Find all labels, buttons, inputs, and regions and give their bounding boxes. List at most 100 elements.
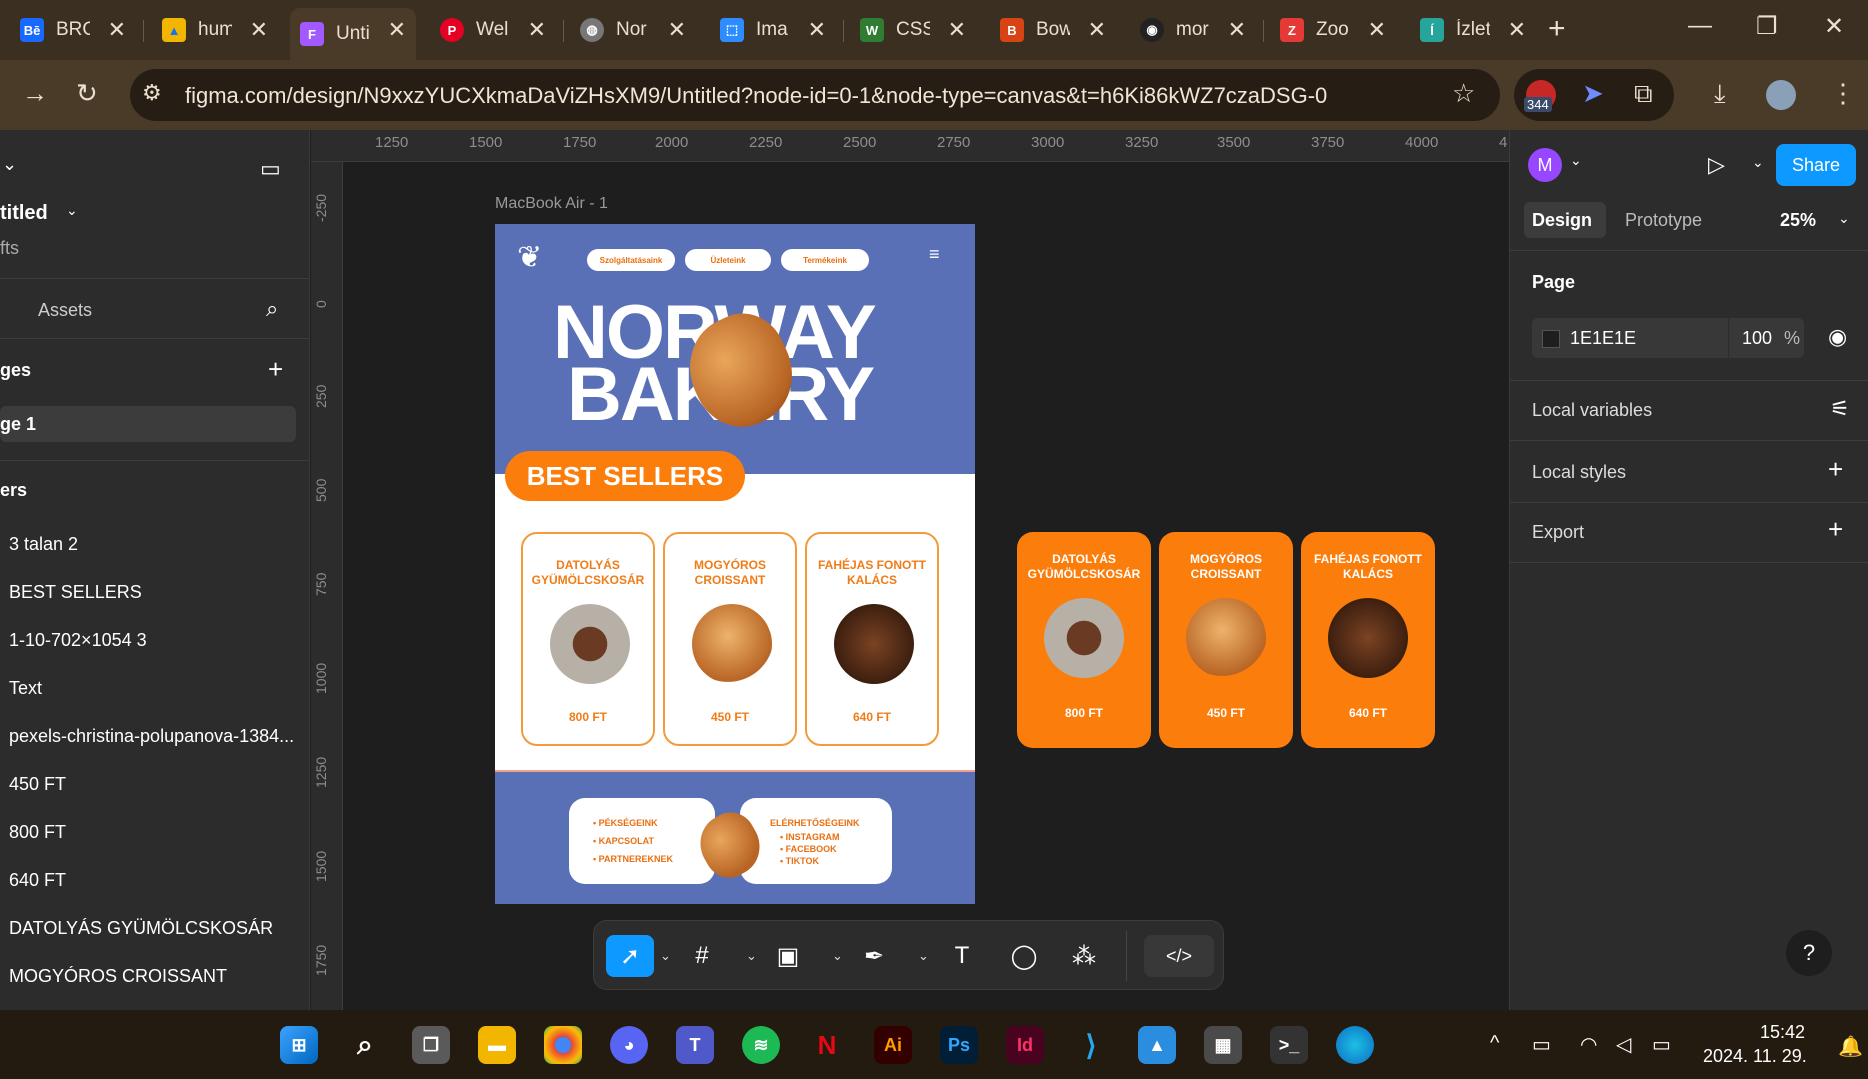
zoom-level[interactable]: 25% bbox=[1780, 210, 1816, 231]
close-tab-icon[interactable]: ✕ bbox=[808, 17, 826, 43]
edge-icon[interactable] bbox=[1336, 1026, 1374, 1064]
frame-tool-icon[interactable]: # bbox=[678, 935, 726, 977]
forward-icon[interactable]: → bbox=[22, 78, 48, 109]
tray-chevron-icon[interactable]: ^ bbox=[1490, 1032, 1499, 1055]
footer-link[interactable]: • PARTNEREKNEK bbox=[593, 854, 673, 864]
close-tab-icon[interactable]: ✕ bbox=[668, 17, 686, 43]
browser-tab[interactable]: ◍ Nor ✕ bbox=[570, 8, 696, 52]
layer-item[interactable]: MOGYÓROS CROISSANT bbox=[9, 966, 299, 987]
footer-link[interactable]: • PÉKSÉGEINK bbox=[593, 818, 658, 828]
frame-tool-chevron-icon[interactable]: ⌄ bbox=[746, 948, 757, 964]
footer-link[interactable]: • INSTAGRAM bbox=[780, 832, 840, 842]
netflix-icon[interactable]: N bbox=[808, 1026, 846, 1064]
browser-tab[interactable]: B Bow ✕ bbox=[990, 8, 1116, 52]
product-card[interactable]: MOGYÓROS CROISSANT 450 FT bbox=[663, 532, 797, 746]
puzzle-extensions-icon[interactable]: ⧉ bbox=[1634, 78, 1653, 110]
file-explorer-icon[interactable]: ▬ bbox=[478, 1026, 516, 1064]
restore-icon[interactable]: ❐ bbox=[1756, 12, 1778, 41]
zoom-chevron-icon[interactable]: ⌄ bbox=[1838, 210, 1850, 227]
page-item-label[interactable]: ge 1 bbox=[0, 414, 36, 435]
search-icon[interactable]: ⌕ bbox=[266, 296, 278, 322]
actions-tool-icon[interactable]: ⁂ bbox=[1060, 935, 1108, 977]
clock-time[interactable]: 15:42 bbox=[1760, 1022, 1805, 1043]
browser-tab[interactable]: P Wel ✕ bbox=[430, 8, 556, 52]
orange-product-card[interactable]: FAHÉJAS FONOTT KALÁCS 640 FT bbox=[1301, 532, 1435, 748]
layer-item[interactable]: 1-10-702×1054 3 bbox=[9, 630, 299, 651]
add-page-icon[interactable]: + bbox=[268, 354, 283, 385]
browser-tab[interactable]: ⬚ Ima ✕ bbox=[710, 8, 836, 52]
spotify-icon[interactable]: ≋ bbox=[742, 1026, 780, 1064]
close-tab-icon[interactable]: ✕ bbox=[250, 17, 268, 43]
layer-item[interactable]: 640 FT bbox=[9, 870, 299, 891]
export-section[interactable]: Export bbox=[1532, 522, 1584, 543]
macbook-frame[interactable]: ❦ Szolgáltatásaink Üzleteink Termékeink … bbox=[495, 224, 975, 904]
layer-item[interactable]: Text bbox=[9, 678, 299, 699]
new-tab-icon[interactable]: + bbox=[1548, 12, 1566, 46]
nav-pill[interactable]: Termékeink bbox=[781, 249, 869, 271]
calculator-icon[interactable]: ▦ bbox=[1204, 1026, 1242, 1064]
move-tool-icon[interactable]: ➚ bbox=[606, 935, 654, 977]
color-swatch[interactable] bbox=[1542, 330, 1560, 348]
main-menu-chevron-icon[interactable]: ⌄ bbox=[2, 154, 17, 175]
toggle-sidebar-icon[interactable]: ▭ bbox=[260, 156, 281, 182]
image-tool-icon[interactable]: ▣ bbox=[764, 935, 812, 977]
footer-link[interactable]: • TIKTOK bbox=[780, 856, 819, 866]
profile-avatar[interactable] bbox=[1766, 80, 1796, 110]
photoshop-icon[interactable]: Ps bbox=[940, 1026, 978, 1064]
hamburger-menu-icon[interactable]: ≡ bbox=[929, 244, 940, 265]
close-window-icon[interactable]: ✕ bbox=[1824, 12, 1844, 41]
vscode-icon[interactable]: ⟩ bbox=[1072, 1026, 1110, 1064]
close-tab-icon[interactable]: ✕ bbox=[528, 17, 546, 43]
text-tool-icon[interactable]: T bbox=[938, 935, 986, 977]
user-avatar[interactable]: M bbox=[1528, 148, 1562, 182]
browser-tab[interactable]: ▲ hum ✕ bbox=[152, 8, 278, 52]
discord-icon[interactable]: ◕ bbox=[610, 1026, 648, 1064]
illustrator-icon[interactable]: Ai bbox=[874, 1026, 912, 1064]
chrome-icon[interactable] bbox=[544, 1026, 582, 1064]
layer-item[interactable]: 3 talan 2 bbox=[9, 534, 299, 555]
page-opacity[interactable]: 100 bbox=[1742, 328, 1772, 349]
avatar-chevron-icon[interactable]: ⌄ bbox=[1570, 152, 1582, 169]
search-icon[interactable]: ⌕ bbox=[346, 1026, 384, 1064]
minimize-icon[interactable]: — bbox=[1688, 12, 1712, 40]
close-tab-icon[interactable]: ✕ bbox=[1368, 17, 1386, 43]
notification-bell-icon[interactable]: 🔔 bbox=[1838, 1034, 1863, 1059]
close-tab-icon[interactable]: ✕ bbox=[108, 17, 126, 43]
layer-item[interactable]: pexels-christina-polupanova-1384... bbox=[9, 726, 299, 747]
add-export-icon[interactable]: + bbox=[1828, 514, 1843, 545]
footer-link[interactable]: • FACEBOOK bbox=[780, 844, 837, 854]
share-button[interactable]: Share bbox=[1776, 144, 1856, 186]
nav-pill[interactable]: Üzleteink bbox=[685, 249, 771, 271]
site-settings-icon[interactable]: ⚙ bbox=[142, 80, 162, 106]
layer-item[interactable]: 800 FT bbox=[9, 822, 299, 843]
browser-tab[interactable]: Bē BRO ✕ bbox=[10, 8, 136, 52]
variables-sliders-icon[interactable]: ⚟ bbox=[1830, 396, 1850, 422]
frame-label[interactable]: MacBook Air - 1 bbox=[495, 195, 608, 213]
tab-design[interactable]: Design bbox=[1532, 210, 1592, 231]
nav-pill[interactable]: Szolgáltatásaink bbox=[587, 249, 675, 271]
browser-tab[interactable]: W CSS ✕ bbox=[850, 8, 976, 52]
comment-tool-icon[interactable]: ◯ bbox=[1000, 935, 1048, 977]
pen-tool-chevron-icon[interactable]: ⌄ bbox=[918, 948, 929, 964]
browser-menu-icon[interactable]: ⋮ bbox=[1830, 78, 1856, 109]
volume-icon[interactable]: ◁ bbox=[1616, 1032, 1631, 1057]
layer-item[interactable]: DATOLYÁS GYÜMÖLCSKOSÁR bbox=[9, 918, 299, 939]
present-play-icon[interactable]: ▷ bbox=[1708, 152, 1725, 178]
battery-icon[interactable]: ▭ bbox=[1652, 1032, 1671, 1057]
footer-link[interactable]: • KAPCSOLAT bbox=[593, 836, 654, 846]
present-chevron-icon[interactable]: ⌄ bbox=[1752, 154, 1764, 171]
url-text[interactable]: figma.com/design/N9xxzYUCXkmaDaViZHsXM9/… bbox=[185, 83, 1327, 109]
teams-icon[interactable]: T bbox=[676, 1026, 714, 1064]
cast-icon[interactable]: ▭ bbox=[1532, 1032, 1551, 1057]
help-button[interactable]: ? bbox=[1786, 930, 1832, 976]
browser-tab[interactable]: ◉ mor ✕ bbox=[1130, 8, 1256, 52]
terminal-icon[interactable]: >_ bbox=[1270, 1026, 1308, 1064]
clock-date[interactable]: 2024. 11. 29. bbox=[1703, 1046, 1807, 1067]
close-tab-icon[interactable]: ✕ bbox=[948, 17, 966, 43]
tab-assets[interactable]: Assets bbox=[38, 300, 92, 321]
cursor-extension-icon[interactable]: ➤ bbox=[1582, 78, 1604, 109]
move-tool-chevron-icon[interactable]: ⌄ bbox=[660, 948, 671, 964]
download-icon[interactable]: ⤓ bbox=[1714, 78, 1726, 110]
windows-start-icon[interactable]: ⊞ bbox=[280, 1026, 318, 1064]
orange-product-card[interactable]: MOGYÓROS CROISSANT 450 FT bbox=[1159, 532, 1293, 748]
